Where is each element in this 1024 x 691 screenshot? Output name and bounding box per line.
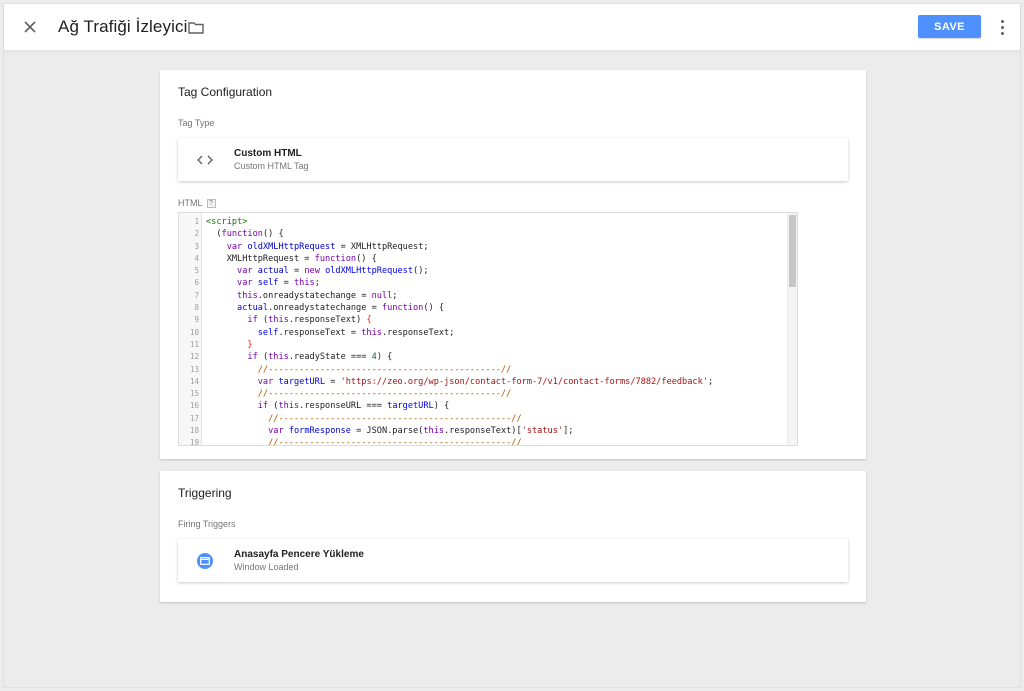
more-options-button[interactable] — [994, 16, 1010, 38]
line-code: var actual = new oldXMLHttpRequest(); — [237, 266, 429, 277]
page-title: Ağ Trafiği İzleyici — [58, 17, 188, 36]
line-number: 8 — [194, 303, 199, 313]
code-line: 19 //-----------------------------------… — [179, 437, 787, 446]
line-code: if (this.readyState === 4) { — [247, 352, 393, 363]
editor-scrollbar[interactable] — [787, 213, 797, 445]
code-line: 14 var targetURL = 'https://zeo.org/wp-j… — [179, 376, 787, 388]
code-line: 15 //-----------------------------------… — [179, 388, 787, 400]
editor-scrollbar-thumb[interactable] — [789, 215, 796, 287]
folder-button[interactable] — [187, 18, 205, 36]
line-number: 17 — [189, 413, 199, 423]
tag-configuration-title: Tag Configuration — [178, 85, 273, 99]
code-line: 4 XMLHttpRequest = function() { — [179, 253, 787, 265]
code-line: 9 if (this.responseText) { — [179, 314, 787, 326]
trigger-type: Window Loaded — [234, 562, 299, 572]
trigger-name: Anasayfa Pencere Yükleme — [234, 549, 364, 560]
tag-type-label: Tag Type — [178, 118, 215, 128]
code-line: 12 if (this.readyState === 4) { — [179, 351, 787, 363]
tag-type-selector[interactable]: Custom HTML Custom HTML Tag — [178, 138, 848, 181]
line-code: var oldXMLHttpRequest = XMLHttpRequest; — [226, 241, 429, 252]
line-code: if (this.responseURL === targetURL) { — [257, 401, 450, 412]
line-number: 9 — [194, 315, 199, 325]
code-line: 8 actual.onreadystatechange = function()… — [179, 302, 787, 314]
code-line: 3 var oldXMLHttpRequest = XMLHttpRequest… — [179, 241, 787, 253]
line-code: (function() { — [206, 229, 284, 240]
top-bar: Ağ Trafiği İzleyici SAVE — [4, 4, 1020, 51]
html-code-editor[interactable]: 1 <script> 2 (function() {3 var oldXMLHttp… — [178, 212, 798, 446]
code-line: 16 if (this.responseURL === targetURL) { — [179, 400, 787, 412]
help-icon[interactable]: ? — [206, 198, 216, 208]
line-code: XMLHttpRequest = function() { — [206, 253, 377, 264]
code-line: 7 this.onreadystatechange = null; — [179, 290, 787, 302]
line-number: 1 — [194, 217, 199, 226]
line-code: } — [247, 339, 253, 350]
line-number: 7 — [194, 290, 199, 300]
app-frame: Ağ Trafiği İzleyici SAVE Tag Configurati… — [3, 3, 1021, 688]
triggering-title: Triggering — [178, 486, 232, 500]
line-number: 11 — [189, 339, 199, 349]
close-button[interactable] — [19, 16, 41, 38]
line-number: 4 — [194, 253, 199, 263]
line-number: 18 — [189, 426, 199, 436]
line-code: var formResponse = JSON.parse(this.respo… — [268, 426, 574, 437]
more-vert-icon — [1000, 19, 1004, 23]
save-button[interactable]: SAVE — [918, 15, 981, 38]
line-number: 14 — [189, 376, 199, 386]
tag-configuration-card: Tag Configuration Tag Type Custom HTML C… — [160, 70, 866, 459]
line-code: //--------------------------------------… — [268, 438, 522, 446]
line-number: 16 — [189, 401, 199, 411]
html-label: HTML ? — [178, 198, 216, 208]
line-number: 6 — [194, 278, 199, 288]
code-line: 17 //-----------------------------------… — [179, 413, 787, 425]
line-number: 15 — [189, 389, 199, 399]
line-code: //--------------------------------------… — [268, 413, 522, 424]
line-number: 3 — [194, 241, 199, 251]
tag-type-name: Custom HTML — [234, 148, 302, 159]
triggering-card: Triggering Firing Triggers Anasayfa Penc… — [160, 471, 866, 602]
line-number: 2 — [194, 229, 199, 239]
line-code: var self = this; — [237, 278, 320, 289]
window-icon — [197, 553, 213, 569]
code-line: 2 (function() { — [179, 228, 787, 240]
line-number: 19 — [189, 438, 199, 446]
code-line: 5 var actual = new oldXMLHttpRequest(); — [179, 265, 787, 277]
line-number: 10 — [189, 327, 199, 337]
code-line: 18 var formResponse = JSON.parse(this.re… — [179, 425, 787, 437]
line-code: //--------------------------------------… — [257, 389, 512, 400]
code-lines: 1 <script> 2 (function() {3 var oldXMLHttp… — [179, 216, 787, 446]
line-code: <script> — [206, 217, 248, 227]
close-icon — [24, 21, 36, 33]
trigger-item[interactable]: Anasayfa Pencere Yükleme Window Loaded — [178, 539, 848, 582]
line-code: self.responseText = this.responseText; — [257, 327, 455, 338]
line-number: 13 — [189, 364, 199, 374]
line-number: 12 — [189, 352, 199, 362]
tag-type-description: Custom HTML Tag — [234, 161, 309, 171]
line-code: //--------------------------------------… — [257, 364, 512, 375]
code-line: 13 //-----------------------------------… — [179, 364, 787, 376]
line-code: actual.onreadystatechange = function() { — [237, 303, 445, 314]
folder-icon — [188, 21, 204, 34]
code-line: 1 <script> — [179, 216, 787, 228]
code-line: 11 } — [179, 339, 787, 351]
line-number: 5 — [194, 266, 199, 276]
code-brackets-icon — [196, 151, 214, 169]
code-line: 6 var self = this; — [179, 277, 787, 289]
line-code: if (this.responseText) { — [247, 315, 372, 326]
line-code: this.onreadystatechange = null; — [237, 290, 398, 301]
firing-triggers-label: Firing Triggers — [178, 519, 236, 529]
html-label-text: HTML — [178, 198, 203, 208]
line-code: var targetURL = 'https://zeo.org/wp-json… — [257, 376, 714, 387]
code-line: 10 self.responseText = this.responseText… — [179, 327, 787, 339]
